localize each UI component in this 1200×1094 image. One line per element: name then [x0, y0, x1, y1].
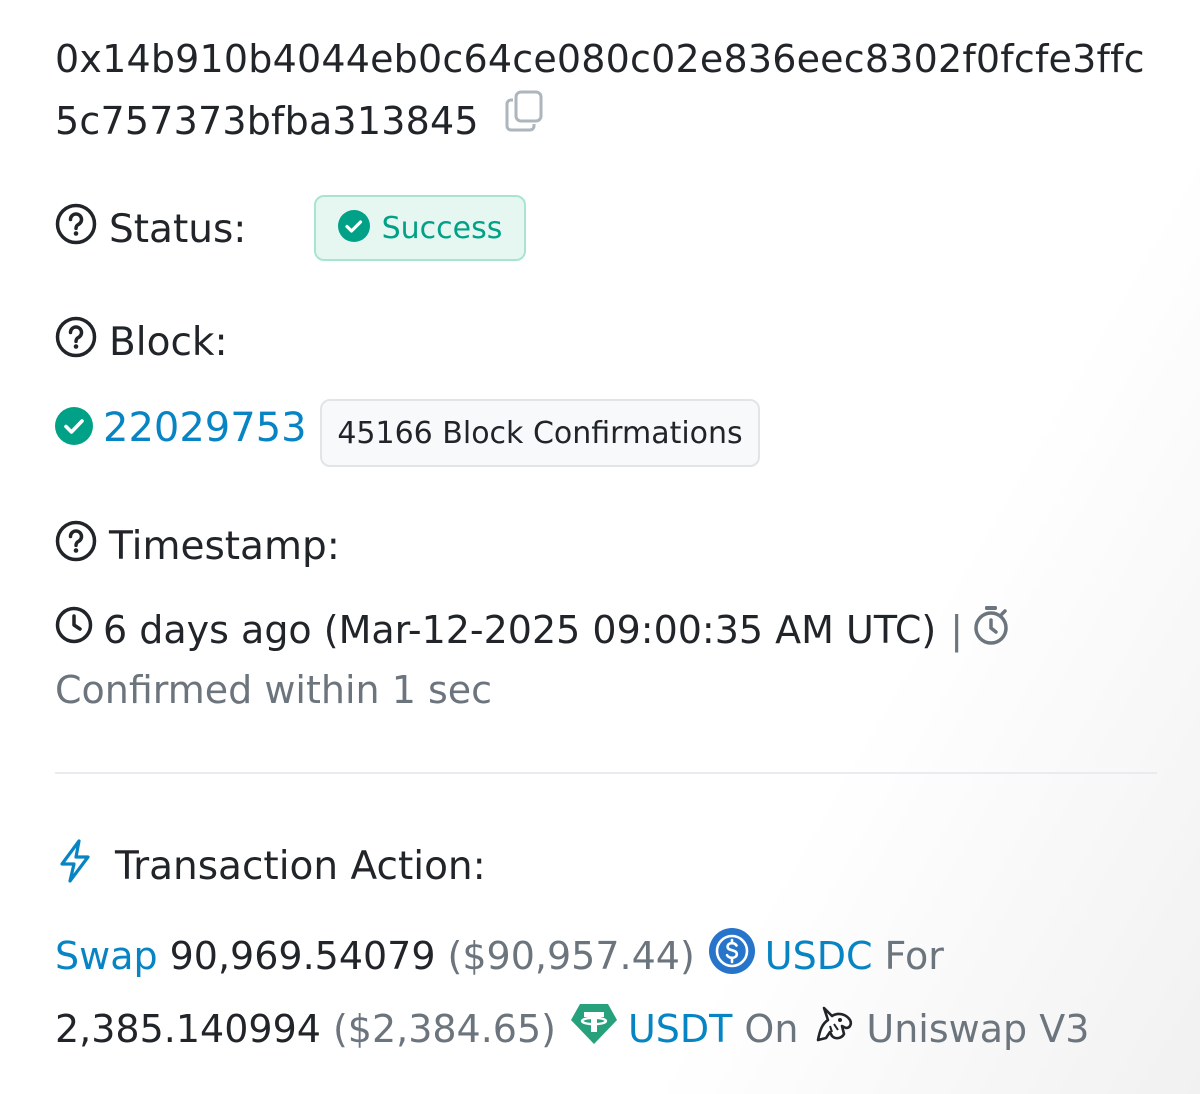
status-badge: Success [314, 195, 526, 261]
hash-line-2: 5c757373bfba313845 [55, 99, 479, 143]
block-row-label: Block: [55, 316, 228, 368]
block-label: Block: [109, 319, 228, 365]
for-word: For [884, 933, 944, 978]
copy-icon[interactable] [505, 89, 545, 151]
timestamp-value-row: 6 days ago (Mar-12-2025 09:00:35 AM UTC)… [55, 604, 1011, 655]
amount-out: 2,385.140994 [55, 1006, 321, 1051]
question-circle-icon[interactable] [55, 316, 97, 368]
confirmed-within: Confirmed within 1 sec [55, 668, 493, 712]
question-circle-icon[interactable] [55, 203, 97, 255]
transaction-details: 0x14b910b4044eb0c64ce080c02e836eec8302f0… [55, 0, 1165, 1094]
transaction-hash: 0x14b910b4044eb0c64ce080c02e836eec8302f0… [55, 28, 1165, 152]
usdt-icon [570, 1002, 618, 1055]
transaction-action-line-2: 2,385.140994 ($2,384.65) USDT On Uniswap… [55, 1002, 1089, 1055]
transaction-action-line-1: Swap 90,969.54079 ($90,957.44) USDC For [55, 928, 944, 983]
transaction-action-label: Transaction Action: [115, 843, 486, 889]
usd-in: ($90,957.44) [447, 933, 695, 978]
timestamp-separator: | [950, 607, 963, 652]
status-row-label: Status: [55, 203, 246, 255]
clock-icon [55, 606, 93, 653]
block-confirmations-badge: 45166 Block Confirmations [320, 399, 760, 467]
status-value: Success [381, 210, 503, 246]
amount-in: 90,969.54079 [169, 933, 436, 978]
usdt-token-link[interactable]: USDT [628, 1007, 732, 1051]
check-circle-icon [337, 210, 370, 246]
transaction-action-row-label: Transaction Action: [55, 838, 486, 894]
swap-link[interactable]: Swap [55, 934, 158, 978]
block-number-row: 22029753 [55, 405, 307, 451]
usdc-token-link[interactable]: USDC [765, 934, 873, 978]
block-number-link[interactable]: 22029753 [103, 405, 307, 451]
timestamp-label: Timestamp: [109, 523, 340, 569]
timestamp-value: 6 days ago (Mar-12-2025 09:00:35 AM UTC) [103, 607, 937, 652]
question-circle-icon[interactable] [55, 520, 97, 572]
uniswap-v3-link[interactable]: Uniswap V3 [866, 1007, 1089, 1051]
section-divider [55, 772, 1157, 774]
usd-out: ($2,384.65) [332, 1006, 556, 1051]
usdc-icon [708, 928, 755, 983]
on-word: On [744, 1006, 799, 1051]
hash-line-1: 0x14b910b4044eb0c64ce080c02e836eec8302f0… [55, 37, 1145, 81]
hash-line-2-wrap: 5c757373bfba313845 [55, 90, 1165, 152]
timestamp-row-label: Timestamp: [55, 520, 340, 572]
lightning-icon [55, 838, 95, 894]
status-label: Status: [109, 206, 247, 252]
stopwatch-icon [971, 604, 1011, 655]
check-circle-icon [55, 407, 93, 449]
uniswap-unicorn-icon [812, 1002, 856, 1055]
